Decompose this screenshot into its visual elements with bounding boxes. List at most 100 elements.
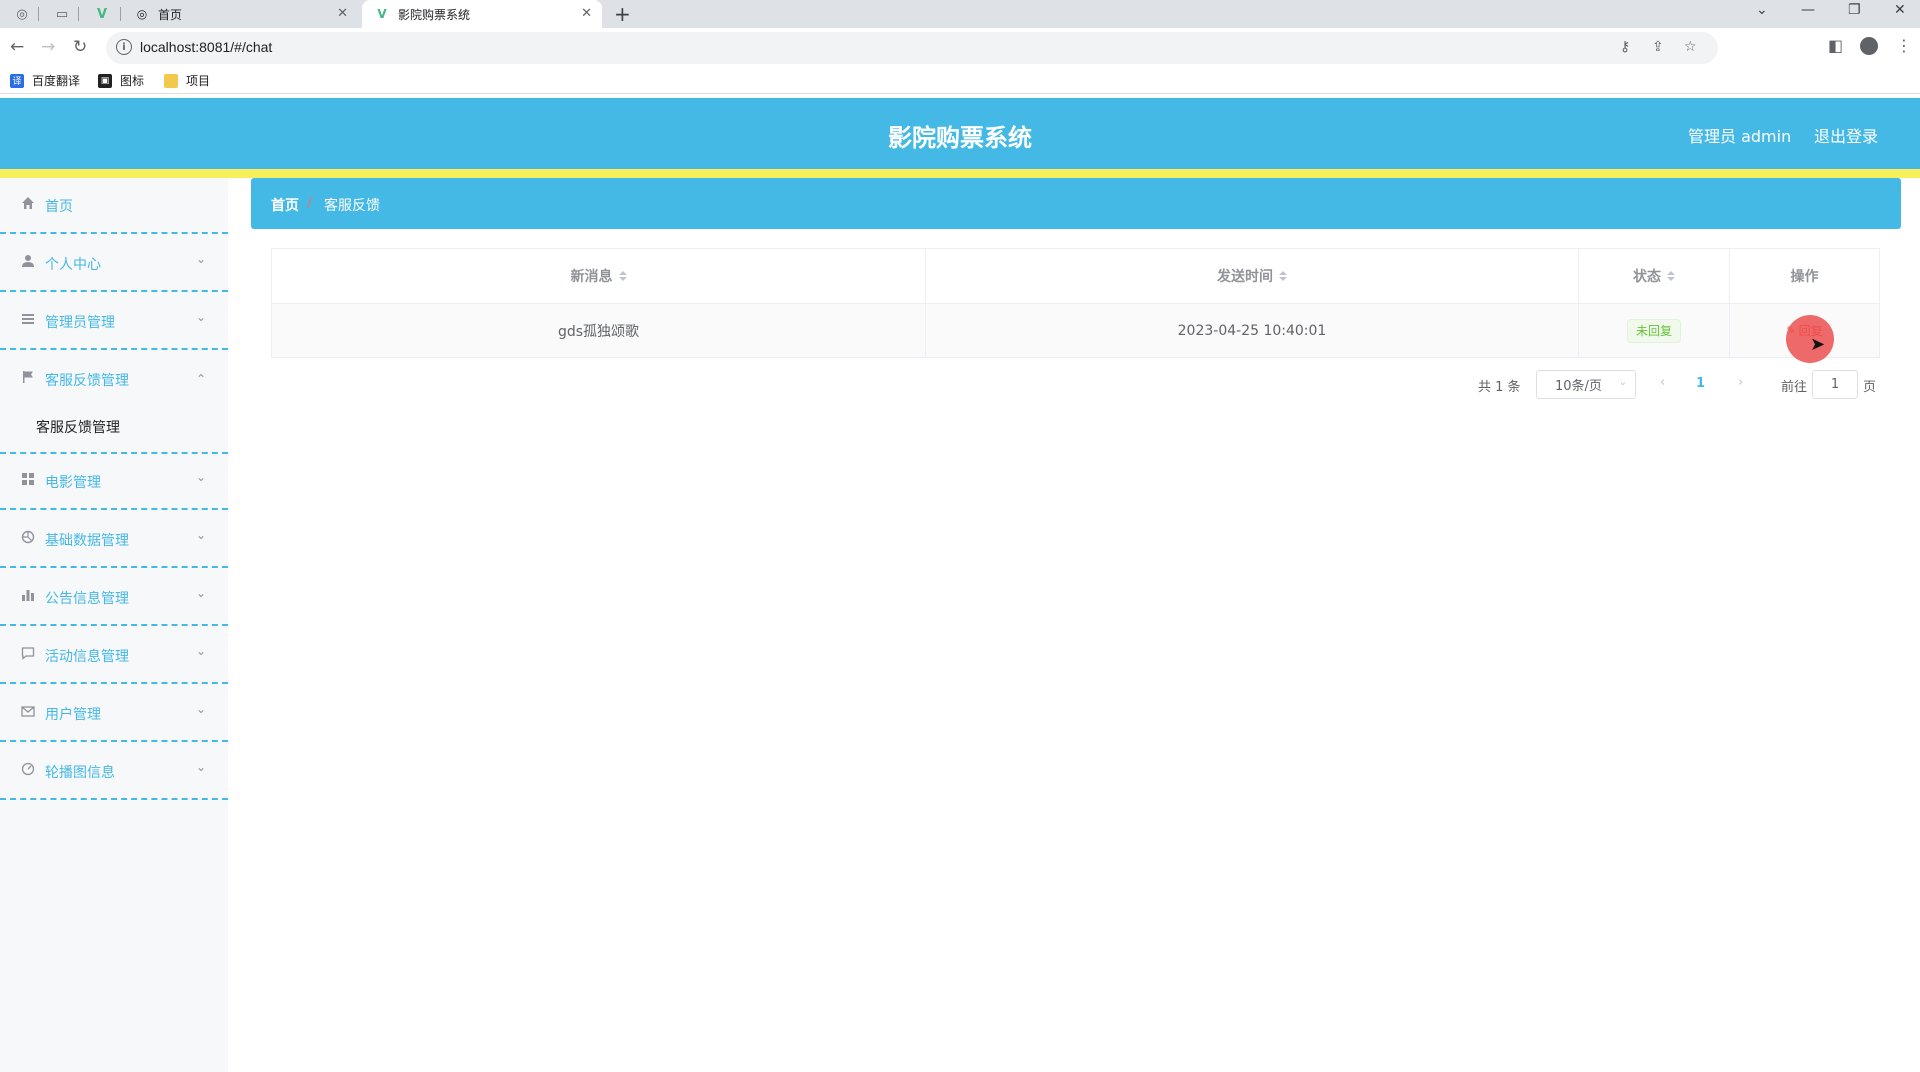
sidebar-item-feedback[interactable]: 客服反馈管理 ⌃: [0, 352, 228, 408]
tab-home[interactable]: ◎ 首页 ✕: [122, 0, 358, 28]
chevron-down-icon: ⌄: [195, 644, 206, 658]
table-row: gds孤独颂歌 2023-04-25 10:40:01 未回复 ✎ 回复: [272, 304, 1879, 357]
sidebar-item-home[interactable]: 首页: [0, 178, 228, 234]
bookmark-item[interactable]: 译 百度翻译: [10, 72, 80, 89]
info-icon[interactable]: i: [116, 39, 132, 55]
column-header-message[interactable]: 新消息: [272, 249, 926, 303]
sidebar-item-admin[interactable]: 管理员管理 ⌄: [0, 294, 228, 350]
chevron-down-icon: ⌄: [195, 760, 206, 774]
prev-page-icon[interactable]: ‹: [1660, 375, 1665, 390]
sort-icon[interactable]: [1279, 271, 1287, 281]
close-icon[interactable]: ✕: [581, 6, 592, 21]
sidebar-item-label: 客服反馈管理: [45, 373, 129, 389]
goto-page-input[interactable]: 1: [1812, 370, 1858, 399]
more-icon[interactable]: ⋮: [1896, 36, 1912, 55]
blank-tab-icon[interactable]: ▭: [50, 4, 74, 24]
browser-tab-bar: ◎ ▭ V ◎ 首页 ✕ V 影院购票系统 ✕ + ⌄ — ❐ ✕: [0, 0, 1920, 28]
chevron-down-icon: ⌄: [195, 586, 206, 600]
page-size-select[interactable]: 10条/页 ⌄: [1536, 370, 1636, 399]
goto-suffix: 页: [1863, 379, 1877, 395]
header-accent-bar: [0, 169, 1920, 178]
side-panel-icon[interactable]: ◧: [1828, 36, 1843, 55]
sidebar-item-notices[interactable]: 公告信息管理 ⌄: [0, 570, 228, 626]
address-bar[interactable]: i localhost:8081/#/chat ⚷ ⇪ ☆: [106, 32, 1718, 64]
bookmark-label: 百度翻译: [32, 74, 81, 88]
restore-icon[interactable]: ❐: [1848, 2, 1861, 18]
pagination-total: 共 1 条: [1478, 379, 1521, 395]
vue-icon[interactable]: V: [90, 4, 114, 24]
logout-button[interactable]: 退出登录: [1814, 123, 1878, 147]
home-icon: [20, 195, 36, 211]
minimize-icon[interactable]: —: [1801, 2, 1815, 18]
browser-toolbar: ← → ↻ i localhost:8081/#/chat ⚷ ⇪ ☆: [0, 28, 1920, 68]
sidebar-subitem-label: 客服反馈管理: [36, 420, 120, 436]
bookmark-item[interactable]: ▣ 图标: [98, 72, 144, 89]
grid-icon: [20, 471, 36, 487]
column-header-label: 新消息: [570, 269, 613, 285]
breadcrumb-separator: /: [307, 195, 312, 211]
share-icon[interactable]: ⇪: [1652, 39, 1664, 55]
column-header-label: 状态: [1633, 269, 1661, 285]
page-number[interactable]: 1: [1696, 376, 1705, 391]
sidebar-item-basedata[interactable]: 基础数据管理 ⌄: [0, 512, 228, 568]
chevron-down-icon: ⌄: [195, 310, 206, 324]
sidebar-item-profile[interactable]: 个人中心 ⌄: [0, 236, 228, 292]
sidebar-item-users[interactable]: 用户管理 ⌄: [0, 686, 228, 742]
sidebar-item-label: 活动信息管理: [45, 649, 129, 665]
profile-icon[interactable]: [1860, 37, 1878, 55]
bookmark-item[interactable]: 项目: [164, 72, 210, 89]
next-page-icon[interactable]: ›: [1738, 375, 1743, 390]
column-header-status[interactable]: 状态: [1579, 249, 1730, 303]
breadcrumb-home[interactable]: 首页: [271, 195, 299, 215]
table-header: 新消息 发送时间 状态 操作: [272, 249, 1879, 304]
key-icon[interactable]: ⚷: [1620, 39, 1630, 55]
bookmark-label: 项目: [186, 74, 211, 88]
sidebar-subitem-feedback[interactable]: 客服反馈管理: [0, 403, 228, 449]
bookmark-label: 图标: [120, 74, 145, 88]
sidebar-item-label: 公告信息管理: [45, 591, 129, 607]
sidebar-item-label: 首页: [45, 199, 73, 215]
menu-icon: [20, 311, 36, 327]
sidebar-item-movies[interactable]: 电影管理 ⌄: [0, 454, 228, 510]
tab-search-icon[interactable]: ⌄: [1756, 2, 1768, 18]
time-text: 2023-04-25 10:40:01: [1177, 322, 1327, 339]
sidebar-item-label: 基础数据管理: [45, 533, 129, 549]
translate-icon: 译: [10, 73, 24, 88]
user-icon: [20, 253, 36, 269]
column-header-action: 操作: [1730, 249, 1879, 303]
goto-prefix: 前往: [1781, 379, 1808, 395]
reply-button[interactable]: ✎ 回复: [1786, 322, 1822, 339]
sidebar-item-carousel[interactable]: 轮播图信息 ⌄: [0, 744, 228, 800]
page-size-value: 10条/页: [1555, 379, 1602, 394]
mail-icon: [20, 703, 36, 719]
back-icon[interactable]: ←: [10, 37, 24, 57]
table-cell-status: 未回复: [1579, 304, 1730, 357]
feedback-table: 新消息 发送时间 状态 操作 gds孤独颂歌 2023-04-25 10:40:…: [271, 248, 1880, 358]
globe-icon: ◎: [136, 7, 148, 21]
close-icon[interactable]: ✕: [337, 6, 348, 21]
bar-chart-icon: [20, 587, 36, 603]
chevron-down-icon: ⌄: [195, 528, 206, 542]
sort-icon[interactable]: [1667, 271, 1675, 281]
forward-icon[interactable]: →: [41, 37, 55, 57]
app-header: 影院购票系统 管理员 admin 退出登录: [0, 98, 1920, 169]
sidebar-item-label: 轮播图信息: [45, 765, 115, 781]
tab-title: 影院购票系统: [398, 7, 471, 22]
sidebar-item-activities[interactable]: 活动信息管理 ⌄: [0, 628, 228, 684]
sidebar-item-label: 用户管理: [45, 707, 101, 723]
url-text[interactable]: localhost:8081/#/chat: [140, 39, 272, 55]
table-cell-action: ✎ 回复: [1730, 304, 1879, 357]
gauge-icon: [20, 761, 36, 777]
tab-cinema[interactable]: V 影院购票系统 ✕: [362, 0, 602, 28]
tab-separator: [38, 7, 39, 21]
globe-icon[interactable]: ◎: [10, 4, 34, 24]
column-header-time[interactable]: 发送时间: [926, 249, 1579, 303]
tab-separator: [120, 7, 121, 21]
aperture-icon: [20, 529, 36, 545]
new-tab-icon[interactable]: +: [614, 2, 631, 26]
reload-icon[interactable]: ↻: [73, 37, 87, 57]
sort-icon[interactable]: [618, 271, 627, 281]
star-icon[interactable]: ☆: [1684, 39, 1697, 55]
window-close-icon[interactable]: ✕: [1894, 2, 1906, 18]
chevron-down-icon: ⌄: [195, 702, 206, 716]
